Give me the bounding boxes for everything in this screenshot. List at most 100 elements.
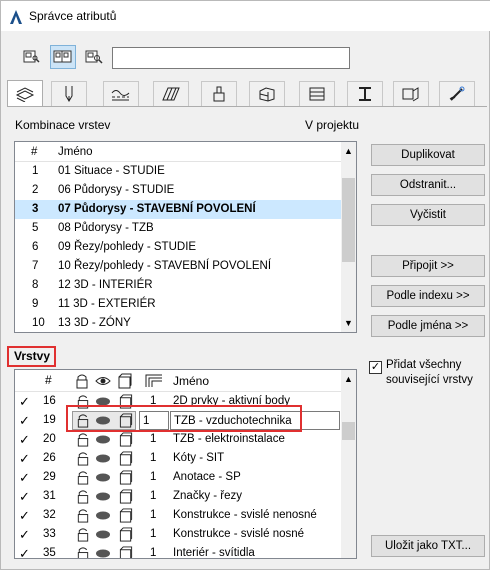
tab-building-materials[interactable] (249, 81, 285, 106)
layer-row[interactable]: ✓ 26 1 Kóty - SIT (15, 449, 341, 468)
tab-pens[interactable] (51, 81, 87, 106)
lock-open-icon[interactable] (75, 489, 91, 504)
solid-mode-icon[interactable] (118, 489, 134, 504)
by-name-button[interactable]: Podle jména >> (371, 315, 485, 337)
combination-row[interactable]: 2 06 Půdorysy - STUDIE (15, 181, 341, 200)
solid-mode-icon[interactable] (118, 508, 134, 523)
combination-row[interactable]: 8 12 3D - INTERIÉR (15, 276, 341, 295)
visibility-icon[interactable] (95, 527, 111, 542)
combination-row[interactable]: 5 08 Půdorysy - TZB (15, 219, 341, 238)
scroll-up-icon[interactable]: ▲ (344, 374, 353, 384)
combination-row-selected[interactable]: 3 07 Půdorysy - STAVEBNÍ POVOLENÍ (15, 200, 341, 219)
lock-open-icon[interactable] (75, 527, 91, 542)
line-types-icon (111, 90, 130, 101)
layer-row[interactable]: ✓ 20 1 TZB - elektroinstalace (15, 430, 341, 449)
tab-layers[interactable] (7, 80, 43, 107)
save-as-txt-button[interactable]: Uložit jako TXT... (371, 535, 485, 557)
lock-open-icon[interactable] (75, 546, 91, 559)
split-view-button[interactable] (50, 45, 76, 69)
purge-button[interactable]: Vyčistit (371, 204, 485, 226)
by-index-button[interactable]: Podle indexu >> (371, 285, 485, 307)
row-name: 13 3D - ZÓNY (58, 317, 131, 329)
combination-row[interactable]: 9 11 3D - EXTERIÉR (15, 295, 341, 314)
column-name-header: Jméno (173, 374, 210, 388)
row-number: 7 (32, 260, 39, 272)
combination-row[interactable]: 10 13 3D - ZÓNY (15, 314, 341, 333)
combinations-rows: 1 01 Situace - STUDIE 2 06 Půdorysy - STUD… (15, 162, 341, 332)
tab-graphic-overrides[interactable] (439, 81, 475, 106)
layers-list[interactable]: # Jméno ✓ 16 1 2D prvky - aktivní body ✓… (14, 369, 357, 559)
lock-open-icon[interactable] (75, 432, 91, 447)
edit-row-highlight (66, 405, 302, 432)
visibility-icon[interactable] (95, 489, 111, 504)
row-name: 01 Situace - STUDIE (58, 165, 165, 177)
document-open-icon (23, 50, 40, 63)
add-related-checkbox[interactable]: ✓ (369, 361, 382, 374)
remove-button[interactable]: Odstranit... (371, 174, 485, 196)
lock-open-icon[interactable] (75, 508, 91, 523)
solid-mode-icon[interactable] (118, 470, 134, 485)
tab-profiles[interactable] (347, 81, 383, 106)
layer-pen: 1 (150, 509, 157, 521)
layer-row[interactable]: ✓ 29 1 Anotace - SP (15, 468, 341, 487)
brush-override-icon (449, 86, 465, 101)
column-number-header: # (45, 373, 52, 387)
scroll-up-icon[interactable]: ▲ (344, 146, 353, 156)
solid-mode-icon[interactable] (118, 451, 134, 466)
checkmark-icon: ✓ (19, 546, 30, 559)
open-file-button[interactable] (19, 45, 45, 69)
scroll-thumb[interactable] (342, 178, 355, 262)
solid-mode-icon[interactable] (118, 527, 134, 542)
duplicate-button[interactable]: Duplikovat (371, 144, 485, 166)
tab-surfaces[interactable] (201, 81, 237, 106)
combination-row[interactable]: 6 09 Řezy/pohledy - STUDIE (15, 238, 341, 257)
tab-fills[interactable] (153, 81, 189, 106)
layer-pen: 1 (150, 433, 157, 445)
tab-composites[interactable] (299, 81, 335, 106)
visibility-icon[interactable] (95, 470, 111, 485)
archicad-logo-icon (10, 10, 22, 24)
lock-icon (76, 374, 88, 389)
combinations-list[interactable]: # Jméno 1 01 Situace - STUDIE 2 06 Půdorys… (14, 141, 357, 333)
layer-row[interactable]: ✓ 35 1 Interiér - svítidla (15, 544, 341, 559)
solid-mode-icon[interactable] (118, 432, 134, 447)
tab-zone-categories[interactable] (393, 81, 429, 106)
combinations-scrollbar[interactable]: ▲ ▼ (341, 142, 356, 332)
row-name: 12 3D - INTERIÉR (58, 279, 153, 291)
append-button[interactable]: Připojit >> (371, 255, 485, 277)
scroll-thumb[interactable] (342, 422, 355, 440)
tab-line-types[interactable] (103, 81, 139, 106)
pen-icon (65, 86, 73, 102)
combinations-header: Kombinace vrstev (15, 118, 111, 132)
attribute-tabs (7, 80, 487, 107)
visibility-icon[interactable] (95, 508, 111, 523)
lock-open-icon[interactable] (75, 470, 91, 485)
column-number-header: # (31, 146, 38, 158)
visibility-icon[interactable] (95, 451, 111, 466)
layers-header: Vrstvy (14, 349, 51, 363)
visibility-icon[interactable] (95, 546, 111, 559)
layer-row[interactable]: ✓ 33 1 Konstrukce - svislé nosné (15, 525, 341, 544)
layer-row[interactable]: ✓ 31 1 Značky - řezy (15, 487, 341, 506)
visibility-icon[interactable] (95, 432, 111, 447)
search-input[interactable] (112, 47, 350, 69)
layer-row[interactable]: ✓ 32 1 Konstrukce - svislé nenosné (15, 506, 341, 525)
combination-row[interactable]: 7 10 Řezy/pohledy - STAVEBNÍ POVOLENÍ (15, 257, 341, 276)
checkmark-icon: ✓ (19, 489, 30, 504)
intersection-group-icon (145, 374, 162, 387)
layers-icon (15, 87, 35, 102)
layers-scrollbar[interactable]: ▲ (341, 370, 356, 558)
row-number: 6 (32, 241, 39, 253)
row-name: 10 Řezy/pohledy - STAVEBNÍ POVOLENÍ (58, 260, 272, 272)
checkmark-icon: ✓ (19, 451, 30, 466)
scroll-down-icon[interactable]: ▼ (344, 318, 353, 328)
lock-open-icon[interactable] (75, 451, 91, 466)
checkmark-icon: ✓ (19, 470, 30, 485)
title-bar: Správce atributů (1, 1, 490, 31)
project-view-button[interactable] (81, 45, 107, 69)
layer-number: 19 (43, 414, 56, 426)
layer-pen: 1 (150, 452, 157, 464)
combination-row[interactable]: 1 01 Situace - STUDIE (15, 162, 341, 181)
row-name: 11 3D - EXTERIÉR (58, 298, 156, 310)
solid-mode-icon[interactable] (118, 546, 134, 559)
